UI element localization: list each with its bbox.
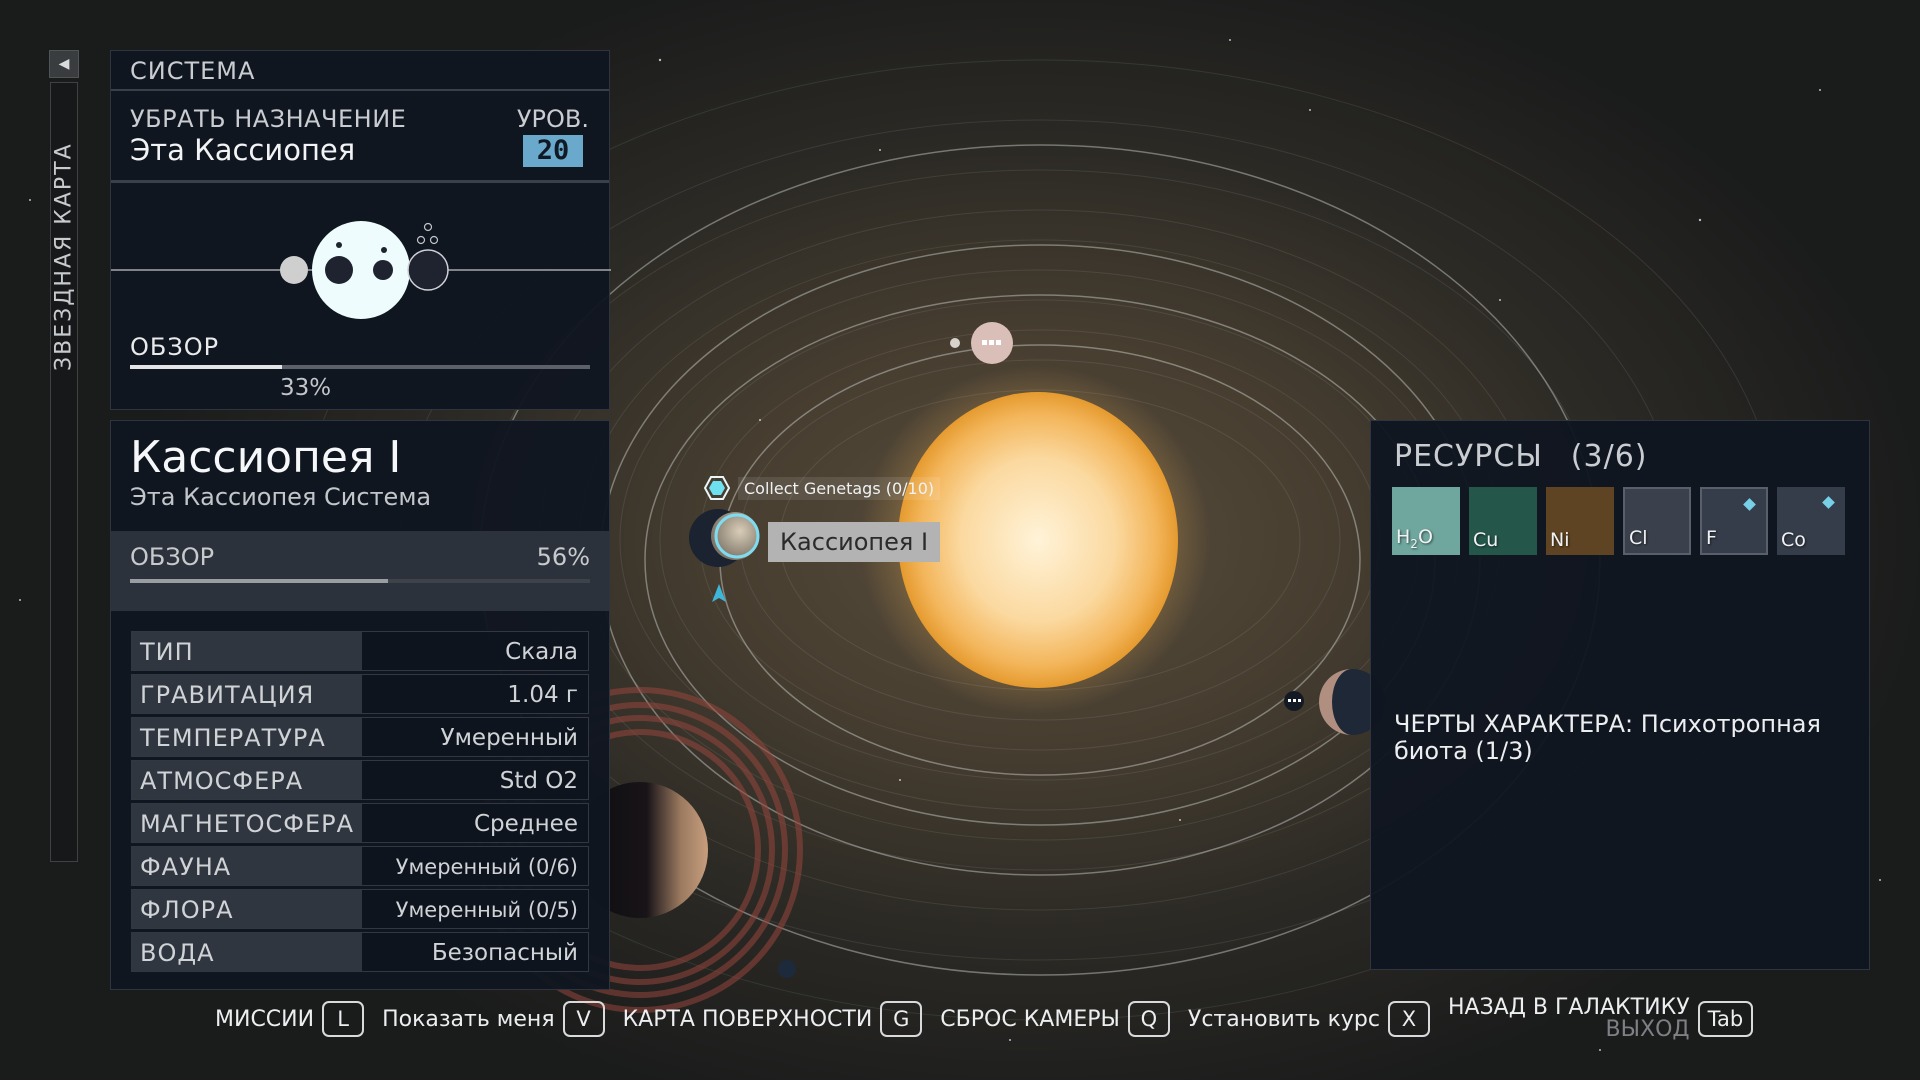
key-cap: Q: [1127, 1001, 1170, 1037]
system-survey-bar: [130, 365, 590, 369]
mission-hexagon-icon: [704, 475, 730, 501]
set-course-button[interactable]: Установить курс X: [1188, 1001, 1430, 1037]
trait-row-gravity: ГРАВИТАЦИЯ 1.04 г: [131, 674, 589, 714]
trait-value: Умеренный (0/6): [362, 847, 588, 885]
trait-value: 1.04 г: [362, 675, 588, 713]
resource-tile-f[interactable]: F: [1700, 487, 1768, 555]
trait-value: Скала: [362, 632, 588, 670]
planet-traits-table: ТИП Скала ГРАВИТАЦИЯ 1.04 г ТЕМПЕРАТУРА …: [131, 631, 589, 975]
trait-value: Безопасный: [362, 933, 588, 971]
diagram-body-inner[interactable]: [280, 256, 308, 284]
starmap-rail[interactable]: ЗВЕЗДНАЯ КАРТА: [50, 82, 78, 862]
resource-tile-cl[interactable]: Cl: [1623, 487, 1691, 555]
key-label: МИССИИ: [215, 1006, 315, 1032]
system-survey: ОБЗОР 33%: [111, 333, 609, 401]
key-cap: G: [880, 1001, 923, 1037]
missions-button[interactable]: МИССИИ L: [215, 1001, 365, 1037]
trait-row-water: ВОДА Безопасный: [131, 932, 589, 972]
key-label: КАРТА ПОВЕРХНОСТИ: [622, 1006, 873, 1032]
planet-survey-label: ОБЗОР: [130, 543, 215, 571]
trait-value: Std O2: [362, 761, 588, 799]
reset-camera-button[interactable]: СБРОС КАМЕРЫ Q: [940, 1001, 1170, 1037]
diagram-planet[interactable]: [325, 256, 353, 284]
tracked-diamond-icon: [1822, 496, 1835, 509]
resource-symbol: F: [1706, 527, 1717, 549]
tracked-diamond-icon: [1743, 498, 1756, 511]
selected-planet-label[interactable]: Кассиопея I: [768, 522, 941, 562]
trait-value: Среднее: [362, 804, 588, 842]
trait-row-atmosphere: АТМОСФЕРА Std O2: [131, 760, 589, 800]
resource-symbol: Ni: [1550, 529, 1570, 551]
key-cap: L: [322, 1001, 365, 1037]
trait-key: ВОДА: [132, 933, 362, 971]
resource-tiles: H2O Cu Ni Cl F Co: [1392, 487, 1845, 555]
trait-row-type: ТИП Скала: [131, 631, 589, 671]
resources-title: РЕСУРСЫ (3/6): [1394, 439, 1648, 474]
resource-symbol: H2O: [1396, 526, 1433, 551]
trait-row-magnetosphere: МАГНЕТОСФЕРА Среднее: [131, 803, 589, 843]
system-level: УРОВ. 20: [517, 105, 589, 167]
resource-symbol: Cu: [1473, 529, 1499, 551]
key-label-stack: НАЗАД В ГАЛАКТИКУ ВЫХОД: [1448, 997, 1690, 1041]
resource-tile-ni[interactable]: Ni: [1546, 487, 1614, 555]
key-label: Установить курс: [1187, 1006, 1380, 1032]
collapse-rail-button[interactable]: ◀: [49, 50, 79, 78]
key-cap: Tab: [1697, 1001, 1754, 1037]
trait-key: ТИП: [132, 632, 362, 670]
mission-marker[interactable]: Collect Genetags (0/10): [704, 475, 941, 501]
trait-key: АТМОСФЕРА: [132, 761, 362, 799]
level-label: УРОВ.: [516, 105, 589, 133]
small-moon: [778, 960, 796, 978]
key-label: Показать меня: [382, 1006, 555, 1032]
resource-tile-cu[interactable]: Cu: [1469, 487, 1537, 555]
system-survey-label: ОБЗОР: [130, 333, 220, 361]
diagram-planet-selected[interactable]: [407, 249, 449, 291]
key-sublabel: ВЫХОД: [1605, 1017, 1690, 1042]
rail-label: ЗВЕЗДНАЯ КАРТА: [51, 142, 77, 371]
level-badge: 20: [522, 135, 583, 167]
resource-tile-co[interactable]: Co: [1777, 487, 1845, 555]
trait-value: Умеренный: [362, 718, 588, 756]
surface-map-button[interactable]: КАРТА ПОВЕРХНОСТИ G: [623, 1001, 923, 1037]
planet-survey-percent: 56%: [536, 543, 590, 571]
resource-symbol: Cl: [1629, 527, 1648, 549]
diagram-planet[interactable]: [373, 260, 393, 280]
resources-count: (3/6): [1570, 439, 1648, 474]
key-label: НАЗАД В ГАЛАКТИКУ: [1447, 995, 1690, 1020]
show-me-button[interactable]: Показать меня V: [382, 1001, 605, 1037]
trait-row-fauna: ФАУНА Умеренный (0/6): [131, 846, 589, 886]
trait-key: ФЛОРА: [132, 890, 362, 928]
key-cap: V: [562, 1001, 605, 1037]
trait-key: ТЕМПЕРАТУРА: [132, 718, 362, 756]
planet-title: Кассиопея I: [130, 432, 402, 483]
back-to-galaxy-button[interactable]: НАЗАД В ГАЛАКТИКУ ВЫХОД Tab: [1448, 997, 1754, 1041]
key-label: СБРОС КАМЕРЫ: [940, 1006, 1120, 1032]
planet-panel: Кассиопея I Эта Кассиопея Система ОБЗОР …: [110, 420, 610, 990]
moon: [950, 338, 960, 348]
trait-value: Умеренный (0/5): [362, 890, 588, 928]
resources-panel: РЕСУРСЫ (3/6) H2O Cu Ni Cl F Co ЧЕРТЫ ХАР…: [1370, 420, 1870, 970]
trait-key: ГРАВИТАЦИЯ: [132, 675, 362, 713]
resource-symbol: Co: [1781, 529, 1806, 551]
system-target: УБРАТЬ НАЗНАЧЕНИЕ Эта Кассиопея УРОВ. 20: [111, 91, 609, 183]
planet-survey: ОБЗОР 56%: [111, 531, 609, 611]
key-cap: X: [1387, 1001, 1430, 1037]
system-diagram: [111, 183, 611, 333]
chevron-left-icon: ◀: [58, 56, 70, 72]
system-panel: СИСТЕМА УБРАТЬ НАЗНАЧЕНИЕ Эта Кассиопея …: [110, 50, 611, 410]
system-survey-percent: 33%: [280, 375, 332, 401]
system-header: СИСТЕМА: [111, 51, 609, 91]
resource-tile-h2o[interactable]: H2O: [1392, 487, 1460, 555]
key-hint-bar: МИССИИ L Показать меня V КАРТА ПОВЕРХНОС…: [215, 997, 1754, 1041]
mission-text: Collect Genetags (0/10): [738, 476, 941, 500]
resources-title-text: РЕСУРСЫ: [1394, 439, 1543, 474]
trait-key: ФАУНА: [132, 847, 362, 885]
planet-survey-bar: [130, 579, 590, 583]
planet-system: Эта Кассиопея Система: [130, 483, 432, 511]
planet-character-traits: ЧЕРТЫ ХАРАКТЕРА: Психотропная биота (1/3…: [1394, 710, 1821, 765]
trait-key: МАГНЕТОСФЕРА: [132, 804, 362, 842]
trait-row-flora: ФЛОРА Умеренный (0/5): [131, 889, 589, 929]
trait-row-temperature: ТЕМПЕРАТУРА Умеренный: [131, 717, 589, 757]
